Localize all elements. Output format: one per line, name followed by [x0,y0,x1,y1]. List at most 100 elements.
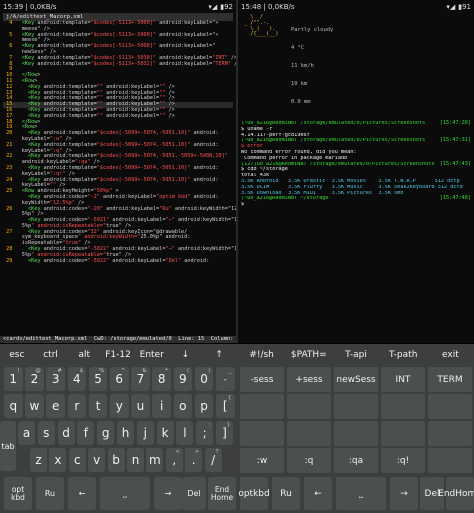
macro-key[interactable]: $PATH= [285,344,332,365]
macro-key[interactable]: exit [427,344,474,365]
vim-command-key[interactable]: :q [287,448,331,473]
key-6[interactable]: 6 ^ [110,367,129,391]
key-.[interactable]: . > [185,448,203,472]
key-j[interactable]: j [136,421,154,445]
key-2[interactable]: 2 @ [25,367,44,391]
ru-key-right[interactable]: Ru [272,477,300,510]
blank-key[interactable] [381,394,425,419]
key-m[interactable]: m [146,448,164,472]
session-key[interactable]: +sess [287,367,331,392]
opt-kbd-key[interactable]: opt kbd [4,477,32,510]
extra-key[interactable]: Enter [135,344,169,365]
key-w[interactable]: w [25,394,44,418]
vim-command-key[interactable]: :w [240,448,284,473]
blank-key[interactable] [287,421,331,446]
opt-kbd-key-right[interactable]: opt kbd [238,477,270,510]
key-h[interactable]: h [117,421,134,445]
key-r-label: r [74,399,80,413]
vim-command-key[interactable]: :q! [381,448,425,473]
key-f[interactable]: f [77,421,95,445]
extra-key[interactable]: ctrl [34,344,68,365]
key-9[interactable]: 9( [173,367,193,391]
key-7[interactable]: 7 & [131,367,150,391]
blank-key[interactable] [334,394,378,419]
key-r[interactable]: r [67,394,87,418]
extra-key[interactable]: alt [67,344,101,365]
blank-key[interactable] [381,421,425,446]
blank-key[interactable] [240,394,284,419]
key-i[interactable]: i [152,394,171,418]
session-key[interactable]: -sess [240,367,284,392]
key-l[interactable]: l [176,421,194,445]
key-t[interactable]: t [88,394,108,418]
blank-key[interactable] [334,421,378,446]
extra-key[interactable]: ↓ [169,344,203,365]
session-key[interactable]: newSess [334,367,378,392]
blank-key[interactable] [428,394,472,419]
extra-key[interactable]: ↑ [202,344,236,365]
editor-pane[interactable]: 15:39 | 0,0KB/s ▾◢ ▮ 92 j/A/edittext_Mac… [0,0,236,343]
space-key[interactable]: ⎵ [100,477,150,510]
macro-key[interactable]: T-path [380,344,427,365]
key-;[interactable]: ;: [196,421,214,445]
key-p[interactable]: p [194,394,214,418]
key-o[interactable]: o [173,394,193,418]
key-e[interactable]: e [46,394,65,418]
terminal-output[interactable]: (╰u0_a216@RedmiNBT /storage/emulated/0/P… [238,120,474,208]
left-arrow-key-right[interactable]: ← [304,477,332,510]
key-;-label: ; [202,426,207,440]
key-minus[interactable]: - _ [216,367,235,391]
key-a[interactable]: a [18,421,35,445]
macro-key[interactable]: #!/sh [238,344,285,365]
end-home-key[interactable]: End Home [208,477,236,510]
extra-key[interactable]: esc [0,344,34,365]
extra-key[interactable]: F1-12 [101,344,135,365]
blank-key[interactable] [428,421,472,446]
tab-key[interactable]: tab [0,421,16,471]
key-k[interactable]: k [156,421,174,445]
key-,[interactable]: , < [165,448,183,472]
macro-key[interactable]: T-api [332,344,379,365]
key-][interactable]: ]} [216,421,233,445]
key-z[interactable]: z [30,448,47,472]
key-8[interactable]: 8 * [152,367,171,391]
key-g[interactable]: g [97,421,115,445]
key-0[interactable]: 0) [194,367,214,391]
space-key-right[interactable]: ⎵ [336,477,386,510]
key-x[interactable]: x [49,448,67,472]
session-key[interactable]: TERM [428,367,472,392]
ru-key[interactable]: Ru [36,477,64,510]
key-/[interactable]: /? [204,448,222,472]
terminal-pane[interactable]: 15:48 | 0,0KB/s ▾◢ ▮ 91 \ / _ /"".-. \_(… [238,0,474,343]
key-u[interactable]: u [131,394,150,418]
right-arrow-key-right[interactable]: → [390,477,418,510]
blank-key[interactable] [287,394,331,419]
key-9-label: 9 [179,372,187,386]
key-[[interactable]: [{ [216,394,235,418]
end-home-key-right[interactable]: EndHome [438,477,474,510]
right-arrow-key[interactable]: → [154,477,182,510]
key-b[interactable]: b [107,448,125,472]
del-key[interactable]: Del [182,477,206,510]
space-key-label: ⎵ [123,488,127,498]
key-q[interactable]: q [4,394,23,418]
left-arrow-key[interactable]: ← [68,477,96,510]
vim-command-key[interactable]: :qa [334,448,378,473]
key-e-label: e [51,399,60,413]
key-d[interactable]: d [57,421,75,445]
key-5[interactable]: 5% [88,367,108,391]
key-v[interactable]: v [88,448,106,472]
blank-key[interactable] [240,421,284,446]
key-s-label: s [43,426,50,440]
key-n[interactable]: n [127,448,144,472]
session-key[interactable]: INT [381,367,425,392]
key-y[interactable]: y [110,394,129,418]
key-3[interactable]: 3 # [46,367,65,391]
key-4[interactable]: 4 $ [67,367,87,391]
editor-text-area[interactable]: 4 <Key android:template="$codes[-5113+-5… [0,20,236,264]
key-1[interactable]: 1! [4,367,23,391]
key-s[interactable]: s [37,421,55,445]
key-c[interactable]: c [68,448,86,472]
status-bar-left: 15:39 | 0,0KB/s ▾◢ ▮ 92 [3,2,233,11]
vim-command-key[interactable] [428,448,472,473]
